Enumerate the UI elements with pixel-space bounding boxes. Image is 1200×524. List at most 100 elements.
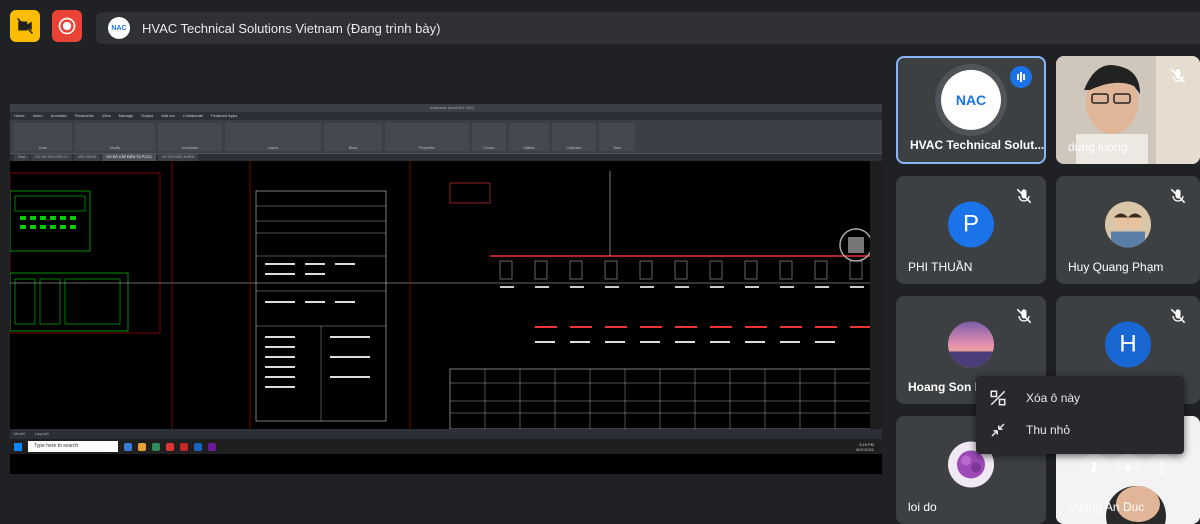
cad-menu-item: Home: [14, 113, 25, 118]
tile-context-menu: Xóa ô này Thu nhỏ: [976, 376, 1184, 454]
participant-name: Hoang Son H: [908, 380, 984, 394]
cad-file-tab: SƠ ĐỒ NGUYÊN LÝ: [31, 154, 73, 161]
more-options-button[interactable]: [1148, 454, 1176, 482]
cad-ribbon-label: Clipboard: [566, 145, 582, 150]
cad-ribbon-group: Groups: [472, 122, 506, 151]
cad-menu-item: Parametric: [74, 113, 95, 118]
cad-file-tabs: Start SƠ ĐỒ NGUYÊN LÝ MẶT BẰNG SƠ ĐỒ CẤP ĐI…: [10, 154, 882, 161]
remove-tile-icon: [988, 388, 1008, 408]
cad-menu-item: Annotate: [50, 113, 67, 118]
sparkle-icon: [1121, 461, 1135, 475]
cad-ribbon-group: View: [599, 122, 635, 151]
cad-ribbon-label: Annotation: [181, 145, 199, 150]
cad-ribbon-group: Utilities: [509, 122, 549, 151]
cad-title-bar: Autodesk AutoCAD 2022: [10, 104, 882, 112]
taskbar-app-icon: [124, 442, 132, 451]
effects-button[interactable]: [1114, 454, 1142, 482]
more-vert-icon: [1160, 462, 1164, 474]
cad-file-tab: Start: [14, 154, 30, 161]
cad-status-bar: Model Layout1: [10, 429, 882, 439]
cad-ribbon-group: Modify: [75, 122, 155, 151]
cad-layout-tab: Layout1: [34, 431, 50, 436]
mic-off-icon: [1170, 68, 1186, 84]
participant-name: loi do: [908, 500, 937, 514]
avatar: [948, 321, 994, 368]
cad-ribbon-group: Draw: [14, 122, 72, 151]
camera-off-icon: [16, 17, 34, 35]
participant-name: Vuong An Duc: [1068, 500, 1145, 514]
taskbar-app-icon: [166, 442, 174, 451]
cad-layout-tab: Model: [14, 431, 25, 436]
cad-ribbon-group: Annotation: [158, 122, 222, 151]
pin-icon: [1090, 462, 1098, 475]
record-icon: [58, 17, 76, 35]
cad-ribbon-label: Modify: [109, 145, 121, 150]
mic-off-icon: [1170, 188, 1186, 204]
cad-menu-item: Output: [141, 113, 154, 118]
cad-ribbon-group: Block: [324, 122, 382, 151]
windows-taskbar: Type here to search 3:18 PM 8/21/2021: [10, 439, 882, 454]
cad-ribbon-label: Utilities: [523, 145, 535, 150]
cad-ribbon-group: Layers: [225, 122, 321, 151]
cad-drawing-area: [10, 161, 882, 430]
cad-menu-item: Manage: [118, 113, 134, 118]
taskbar-app-icon: [194, 442, 202, 451]
cad-file-tab: SƠ ĐỒ CẤP ĐIỆN TỦ PCCC: [102, 154, 156, 161]
participant-name: Huy Quang Phạm: [1068, 260, 1164, 274]
cad-ribbon-group: Clipboard: [552, 122, 596, 151]
cad-ribbon-label: View: [613, 145, 621, 150]
cad-ribbon-group: Properties: [385, 122, 469, 151]
participant-name: dung luong: [1068, 140, 1128, 154]
cad-ribbon-label: Layers: [267, 145, 279, 150]
participant-name: PHI THUẦN: [908, 260, 973, 274]
mic-off-icon: [1170, 308, 1186, 324]
mic-off-icon: [1016, 188, 1032, 204]
shared-screen: Autodesk AutoCAD 2022 Home Insert Annotate…: [10, 104, 882, 474]
cad-ribbon-label: Draw: [38, 145, 48, 150]
avatar: P: [948, 201, 994, 248]
avatar: [1105, 201, 1151, 248]
remove-tile-menu-item[interactable]: Xóa ô này: [976, 382, 1184, 414]
remove-tile-label: Xóa ô này: [1026, 391, 1081, 405]
presenter-label: HVAC Technical Solutions Vietnam (Đang t…: [142, 20, 441, 36]
camera-toggle-button[interactable]: [10, 10, 40, 42]
taskbar-app-icon: [208, 442, 216, 451]
cad-ribbon: Draw Modify Annotation Layers Block Propertie…: [10, 120, 882, 154]
cad-menu-item: Add-ins: [161, 113, 175, 118]
presenter-logo: NAC: [108, 17, 130, 39]
minimize-icon: [988, 420, 1008, 440]
cad-ribbon-label: Properties: [419, 145, 435, 150]
speaking-icon: [1010, 66, 1032, 88]
windows-start-icon: [14, 442, 22, 451]
pin-button[interactable]: [1080, 454, 1108, 482]
cad-drawing: [10, 161, 882, 430]
tile-hover-controls: [1080, 454, 1184, 482]
minimize-label: Thu nhỏ: [1026, 423, 1071, 437]
cad-menu-bar: Home Insert Annotate Parametric View Manage Ou…: [10, 112, 882, 120]
participant-tile-phi-thuan[interactable]: P PHI THUẦN: [896, 176, 1046, 284]
cad-ribbon-label: Groups: [483, 145, 495, 150]
participant-tile-hvac[interactable]: NAC HVAC Technical Solut...: [896, 56, 1046, 164]
minimize-menu-item[interactable]: Thu nhỏ: [976, 414, 1184, 446]
avatar: H: [1105, 321, 1151, 368]
mic-off-icon: [1016, 308, 1032, 324]
hvac-avatar: NAC: [935, 63, 1007, 136]
taskbar-search: Type here to search: [28, 441, 118, 452]
cad-menu-item: Collaborate: [182, 113, 204, 118]
participant-tile-dung-luong[interactable]: dung luong: [1056, 56, 1200, 164]
record-button[interactable]: [52, 10, 82, 42]
cad-menu-item: Featured Apps: [211, 113, 238, 118]
cad-file-tab: MẶT BẰNG: [74, 154, 101, 161]
taskbar-clock: 3:18 PM 8/21/2021: [856, 441, 874, 452]
meet-window: NAC HVAC Technical Solutions Vietnam (Đa…: [0, 0, 1200, 524]
presenter-bar[interactable]: NAC HVAC Technical Solutions Vietnam (Đa…: [96, 12, 1200, 44]
participant-tile-huy-quang-pham[interactable]: Huy Quang Phạm: [1056, 176, 1200, 284]
taskbar-app-icon: [152, 442, 160, 451]
participant-name: HVAC Technical Solut...: [910, 138, 1045, 152]
cad-ribbon-label: Block: [348, 145, 358, 150]
taskbar-app-icon: [180, 442, 188, 451]
cad-menu-item: Insert: [32, 113, 43, 118]
taskbar-app-icon: [138, 442, 146, 451]
hvac-logo: NAC: [941, 69, 1001, 130]
cad-menu-item: View: [102, 113, 111, 118]
